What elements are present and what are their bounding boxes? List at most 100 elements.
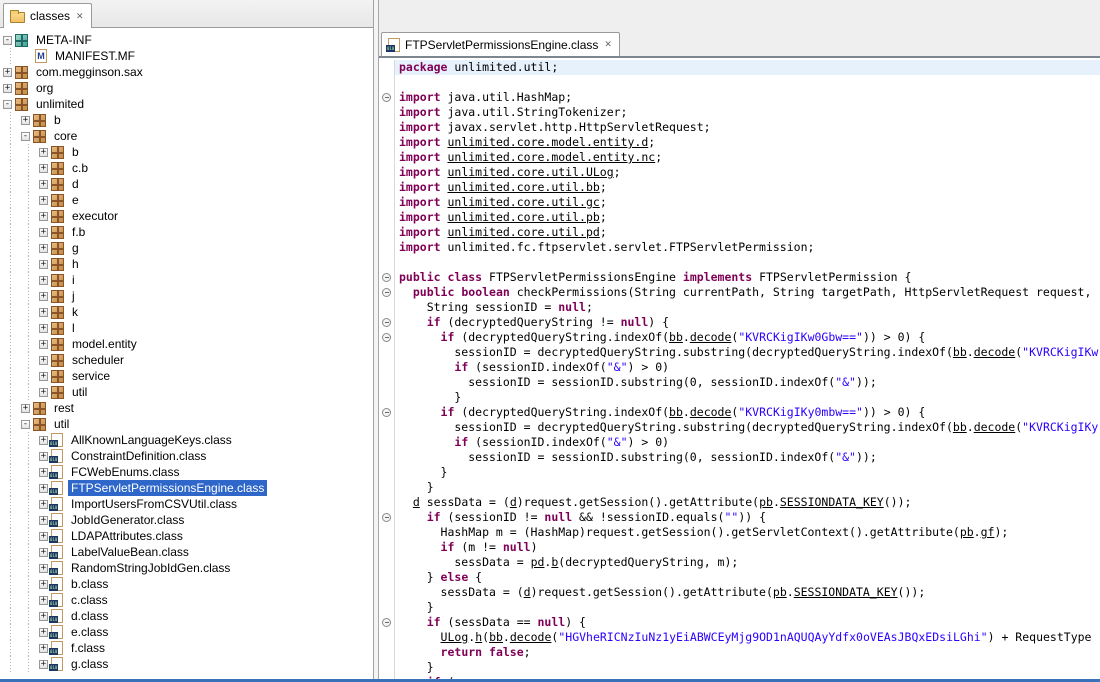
tree-item-f.b[interactable]: +f.b — [0, 224, 373, 240]
collapse-expander-icon[interactable]: - — [21, 132, 30, 141]
expand-expander-icon[interactable]: + — [39, 628, 48, 637]
tree-item-util[interactable]: -util — [0, 416, 373, 432]
expand-expander-icon[interactable]: + — [39, 180, 48, 189]
tree-item-b[interactable]: +b — [0, 112, 373, 128]
collapse-expander-icon[interactable]: - — [3, 100, 12, 109]
expand-expander-icon[interactable]: + — [21, 116, 30, 125]
fold-collapse-icon[interactable] — [382, 273, 391, 282]
expand-expander-icon[interactable]: + — [39, 580, 48, 589]
expand-expander-icon[interactable]: + — [39, 452, 48, 461]
expand-expander-icon[interactable]: + — [3, 68, 12, 77]
collapse-expander-icon[interactable]: - — [21, 420, 30, 429]
tree-guide-line — [3, 336, 21, 352]
tree-item-f.class[interactable]: +010f.class — [0, 640, 373, 656]
code-text: HashMap m = (HashMap)request.getSession(… — [395, 525, 1100, 540]
expand-expander-icon[interactable]: + — [21, 404, 30, 413]
tree-item-d.class[interactable]: +010d.class — [0, 608, 373, 624]
tree-item-g[interactable]: +g — [0, 240, 373, 256]
tree-item-AllKnownLanguageKeys.class[interactable]: +010AllKnownLanguageKeys.class — [0, 432, 373, 448]
tree-item-i[interactable]: +i — [0, 272, 373, 288]
tree-item-ConstraintDefinition.class[interactable]: +010ConstraintDefinition.class — [0, 448, 373, 464]
tree-item-core[interactable]: -core — [0, 128, 373, 144]
tree-item-unlimited[interactable]: -unlimited — [0, 96, 373, 112]
expand-expander-icon[interactable]: + — [39, 276, 48, 285]
code-line: sessionID = sessionID.substring(0, sessi… — [379, 375, 1100, 390]
fold-collapse-icon[interactable] — [382, 318, 391, 327]
fold-collapse-icon[interactable] — [382, 408, 391, 417]
tree-guide-line — [3, 272, 21, 288]
tree-item-service[interactable]: +service — [0, 368, 373, 384]
tree-item-META-INF[interactable]: -META-INF — [0, 32, 373, 48]
expand-expander-icon[interactable]: + — [39, 196, 48, 205]
tree-item-JobIdGenerator.class[interactable]: +010JobIdGenerator.class — [0, 512, 373, 528]
expand-expander-icon[interactable]: + — [39, 548, 48, 557]
package-tree[interactable]: -META-INFMMANIFEST.MF+com.megginson.sax+… — [0, 28, 373, 682]
close-icon[interactable]: ✕ — [76, 12, 84, 21]
tree-item-b.class[interactable]: +010b.class — [0, 576, 373, 592]
expand-expander-icon[interactable]: + — [39, 292, 48, 301]
expand-expander-icon[interactable]: + — [39, 484, 48, 493]
expand-expander-icon[interactable]: + — [39, 468, 48, 477]
tree-item-MANIFEST.MF[interactable]: MMANIFEST.MF — [0, 48, 373, 64]
expand-expander-icon[interactable]: + — [39, 388, 48, 397]
expand-expander-icon[interactable]: + — [39, 164, 48, 173]
expand-expander-icon[interactable]: + — [39, 500, 48, 509]
tree-item-LabelValueBean.class[interactable]: +010LabelValueBean.class — [0, 544, 373, 560]
code-line: if (sessionID.indexOf("&") > 0) — [379, 435, 1100, 450]
tab-class-file[interactable]: 010 FTPServletPermissionsEngine.class ✕ — [381, 32, 620, 56]
tab-classes[interactable]: classes ✕ — [3, 3, 92, 28]
fold-collapse-icon[interactable] — [382, 618, 391, 627]
expand-expander-icon[interactable]: + — [39, 212, 48, 221]
expand-expander-icon[interactable]: + — [39, 612, 48, 621]
class-icon: 010 — [51, 513, 63, 527]
expand-expander-icon[interactable]: + — [39, 260, 48, 269]
expand-expander-icon[interactable]: + — [39, 372, 48, 381]
tree-item-g.class[interactable]: +010g.class — [0, 656, 373, 672]
tree-item-model.entity[interactable]: +model.entity — [0, 336, 373, 352]
tree-item-b[interactable]: +b — [0, 144, 373, 160]
tree-item-l[interactable]: +l — [0, 320, 373, 336]
tree-item-c.b[interactable]: +c.b — [0, 160, 373, 176]
tree-item-j[interactable]: +j — [0, 288, 373, 304]
expand-expander-icon[interactable]: + — [3, 84, 12, 93]
expand-expander-icon[interactable]: + — [39, 660, 48, 669]
tree-item-h[interactable]: +h — [0, 256, 373, 272]
expand-expander-icon[interactable]: + — [39, 436, 48, 445]
tree-item-scheduler[interactable]: +scheduler — [0, 352, 373, 368]
tree-item-rest[interactable]: +rest — [0, 400, 373, 416]
tree-item-label: util — [69, 384, 90, 400]
expand-expander-icon[interactable]: + — [39, 244, 48, 253]
tree-item-executor[interactable]: +executor — [0, 208, 373, 224]
code-area[interactable]: package unlimited.util;import java.util.… — [379, 58, 1100, 682]
tree-item-e.class[interactable]: +010e.class — [0, 624, 373, 640]
close-icon[interactable]: ✕ — [604, 40, 612, 49]
tree-item-e[interactable]: +e — [0, 192, 373, 208]
tree-item-k[interactable]: +k — [0, 304, 373, 320]
collapse-expander-icon[interactable]: - — [3, 36, 12, 45]
tree-item-FTPServletPermissionsEngine.class[interactable]: +010FTPServletPermissionsEngine.class — [0, 480, 373, 496]
expand-expander-icon[interactable]: + — [39, 356, 48, 365]
expand-expander-icon[interactable]: + — [39, 228, 48, 237]
tree-item-ImportUsersFromCSVUtil.class[interactable]: +010ImportUsersFromCSVUtil.class — [0, 496, 373, 512]
fold-collapse-icon[interactable] — [382, 513, 391, 522]
expand-expander-icon[interactable]: + — [39, 532, 48, 541]
expand-expander-icon[interactable]: + — [39, 340, 48, 349]
expand-expander-icon[interactable]: + — [39, 324, 48, 333]
fold-collapse-icon[interactable] — [382, 93, 391, 102]
tree-item-LDAPAttributes.class[interactable]: +010LDAPAttributes.class — [0, 528, 373, 544]
expand-expander-icon[interactable]: + — [39, 596, 48, 605]
expand-expander-icon[interactable]: + — [39, 148, 48, 157]
expand-expander-icon[interactable]: + — [39, 644, 48, 653]
fold-collapse-icon[interactable] — [382, 333, 391, 342]
tree-item-RandomStringJobIdGen.class[interactable]: +010RandomStringJobIdGen.class — [0, 560, 373, 576]
expand-expander-icon[interactable]: + — [39, 516, 48, 525]
tree-item-com.megginson.sax[interactable]: +com.megginson.sax — [0, 64, 373, 80]
tree-item-FCWebEnums.class[interactable]: +010FCWebEnums.class — [0, 464, 373, 480]
expand-expander-icon[interactable]: + — [39, 564, 48, 573]
tree-item-org[interactable]: +org — [0, 80, 373, 96]
expand-expander-icon[interactable]: + — [39, 308, 48, 317]
tree-item-d[interactable]: +d — [0, 176, 373, 192]
tree-item-util[interactable]: + util — [0, 384, 373, 400]
fold-collapse-icon[interactable] — [382, 288, 391, 297]
tree-item-c.class[interactable]: +010c.class — [0, 592, 373, 608]
